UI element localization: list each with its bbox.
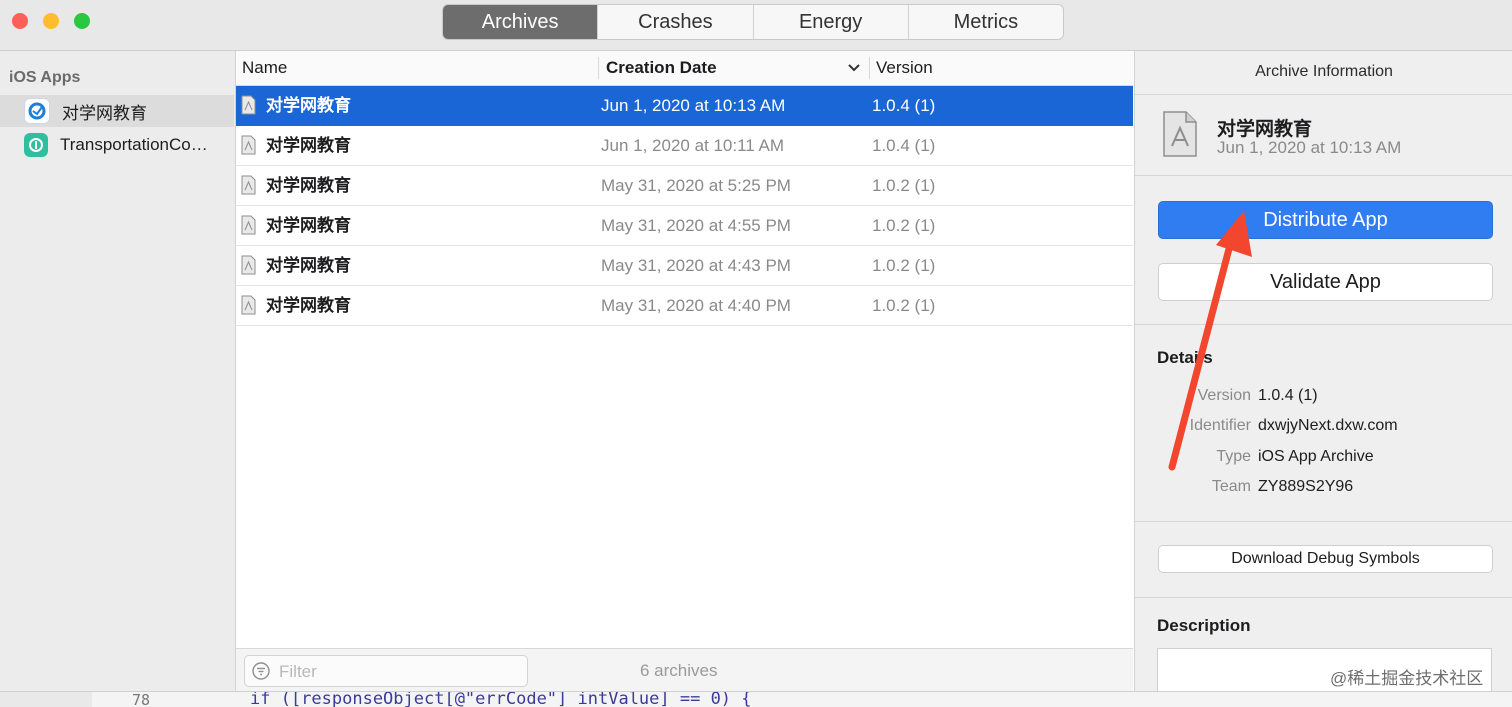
tab-metrics[interactable]: Metrics [909, 5, 1063, 39]
archive-app-name: 对学网教育 [1217, 119, 1313, 140]
app-icon-duixuewang [24, 98, 50, 124]
line-number: 78 [132, 691, 151, 707]
row-date: Jun 1, 2020 at 10:11 AM [601, 136, 785, 155]
archive-file-icon [241, 95, 256, 115]
line-number-gutter [0, 692, 92, 707]
row-version: 1.0.2 (1) [872, 296, 936, 315]
sidebar-item-duixuewang[interactable]: 对学网教育 [0, 95, 234, 127]
row-version: 1.0.4 (1) [872, 96, 936, 115]
row-name: 对学网教育 [266, 96, 351, 115]
zoom-window-button[interactable] [74, 13, 90, 29]
description-title: Description [1157, 616, 1251, 635]
detail-value-identifier: dxwjyNext.dxw.com [1258, 417, 1398, 434]
sidebar-section-title: iOS Apps [9, 69, 81, 86]
row-name: 对学网教育 [266, 256, 351, 275]
row-name: 对学网教育 [266, 176, 351, 195]
sidebar-item-label: TransportationCompany [60, 135, 210, 154]
minimize-window-button[interactable] [43, 13, 59, 29]
filter-icon [252, 662, 270, 680]
filter-input[interactable] [277, 660, 521, 684]
row-version: 1.0.2 (1) [872, 176, 936, 195]
detail-key-team: Team [1211, 478, 1251, 495]
archive-count: 6 archives [640, 661, 718, 680]
tab-energy[interactable]: Energy [754, 5, 909, 39]
archive-file-icon [241, 215, 256, 235]
row-version: 1.0.4 (1) [872, 136, 936, 155]
detail-value-version: 1.0.4 (1) [1258, 387, 1318, 404]
table-header: Name Creation Date Version [236, 51, 1133, 86]
sidebar-item-transportation[interactable]: TransportationCompany [0, 129, 234, 161]
code-editor-strip: 78 if ([responseObject[@"errCode"] intVa… [0, 691, 1512, 707]
window-titlebar: Archives Crashes Energy Metrics [0, 0, 1512, 51]
divider [1135, 521, 1512, 522]
detail-value-team: ZY889S2Y96 [1258, 478, 1354, 495]
table-row[interactable]: 对学网教育 May 31, 2020 at 4:40 PM 1.0.2 (1) [236, 286, 1133, 326]
apps-sidebar: iOS Apps 对学网教育 TransportationCompany [0, 51, 236, 691]
archive-app-date: Jun 1, 2020 at 10:13 AM [1217, 138, 1402, 157]
row-date: May 31, 2020 at 4:55 PM [601, 216, 791, 235]
row-date: May 31, 2020 at 4:40 PM [601, 296, 791, 315]
table-row[interactable]: 对学网教育 May 31, 2020 at 4:55 PM 1.0.2 (1) [236, 206, 1133, 246]
close-window-button[interactable] [12, 13, 28, 29]
watermark: @稀土掘金技术社区 [1330, 669, 1484, 688]
divider [1135, 175, 1512, 176]
code-line: if ([responseObject[@"errCode"] intValue… [250, 691, 752, 707]
table-row[interactable]: 对学网教育 May 31, 2020 at 4:43 PM 1.0.2 (1) [236, 246, 1133, 286]
row-version: 1.0.2 (1) [872, 256, 936, 275]
row-version: 1.0.2 (1) [872, 216, 936, 235]
app-icon-transportation [24, 133, 48, 157]
column-header-version[interactable]: Version [876, 51, 933, 85]
sort-chevron-down-icon[interactable] [847, 63, 861, 73]
detail-value-type: iOS App Archive [1258, 448, 1374, 465]
divider [1135, 94, 1512, 95]
archive-file-icon [241, 135, 256, 155]
panel-title: Archive Information [1255, 63, 1393, 80]
filter-field [244, 655, 528, 687]
tab-archives[interactable]: Archives [443, 5, 599, 39]
column-separator [869, 57, 870, 79]
archive-file-icon [1163, 111, 1197, 157]
row-name: 对学网教育 [266, 136, 351, 155]
archives-table: Name Creation Date Version 对学网教育 Jun 1, … [236, 51, 1133, 648]
download-debug-symbols-button[interactable]: Download Debug Symbols [1158, 545, 1493, 573]
sidebar-item-label: 对学网教育 [62, 103, 147, 123]
column-separator [598, 57, 599, 79]
row-date: May 31, 2020 at 4:43 PM [601, 256, 791, 275]
organizer-tab-control: Archives Crashes Energy Metrics [442, 4, 1064, 40]
table-row[interactable]: 对学网教育 Jun 1, 2020 at 10:11 AM 1.0.4 (1) [236, 126, 1133, 166]
divider [1135, 597, 1512, 598]
tab-crashes[interactable]: Crashes [598, 5, 754, 39]
archive-file-icon [241, 255, 256, 275]
row-name: 对学网教育 [266, 216, 351, 235]
column-header-creation-date[interactable]: Creation Date [606, 51, 717, 85]
table-row[interactable]: 对学网教育 May 31, 2020 at 5:25 PM 1.0.2 (1) [236, 166, 1133, 206]
column-header-name[interactable]: Name [242, 51, 287, 85]
row-date: May 31, 2020 at 5:25 PM [601, 176, 791, 195]
archive-file-icon [241, 175, 256, 195]
list-bottom-bar: 6 archives [236, 648, 1133, 692]
archive-file-icon [241, 295, 256, 315]
table-row[interactable]: 对学网教育 Jun 1, 2020 at 10:13 AM 1.0.4 (1) [236, 86, 1133, 126]
row-name: 对学网教育 [266, 296, 351, 315]
row-date: Jun 1, 2020 at 10:13 AM [601, 96, 786, 115]
annotation-arrow-icon [1168, 211, 1252, 471]
